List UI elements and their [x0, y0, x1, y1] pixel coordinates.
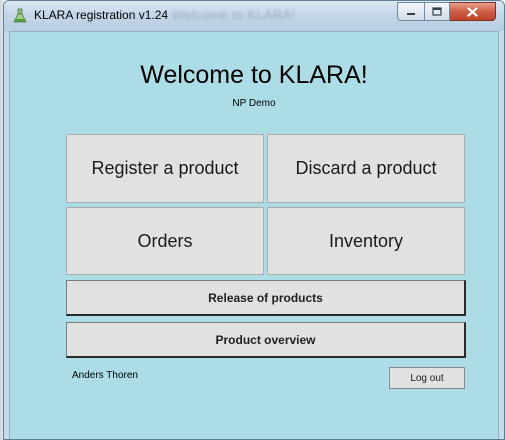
flask-icon	[12, 8, 28, 24]
minimize-button[interactable]	[397, 2, 424, 21]
welcome-heading: Welcome to KLARA!	[140, 61, 368, 89]
maximize-icon	[432, 7, 442, 16]
maximize-button[interactable]	[424, 2, 450, 21]
close-icon	[467, 6, 478, 17]
app-window: Welcome to KLARA! KLARA registration v1.…	[3, 0, 505, 440]
register-product-button[interactable]: Register a product	[66, 134, 264, 203]
main-panel: Welcome to KLARA! NP Demo Register a pro…	[9, 31, 499, 439]
close-button[interactable]	[450, 2, 496, 21]
orders-button[interactable]: Orders	[66, 207, 264, 275]
background-window-title: Welcome to KLARA!	[172, 7, 296, 22]
discard-product-button[interactable]: Discard a product	[267, 134, 465, 203]
title-bar[interactable]: Welcome to KLARA! KLARA registration v1.…	[4, 1, 504, 31]
inventory-button[interactable]: Inventory	[267, 207, 465, 275]
release-products-button[interactable]: Release of products	[66, 280, 466, 316]
product-overview-button[interactable]: Product overview	[66, 322, 466, 358]
minimize-icon	[407, 12, 415, 15]
logout-button[interactable]: Log out	[389, 367, 465, 389]
caption-buttons	[397, 2, 496, 22]
user-name-label: Anders Thoren	[72, 370, 138, 381]
window-title: KLARA registration v1.24	[34, 8, 169, 22]
company-subheading: NP Demo	[232, 98, 276, 109]
